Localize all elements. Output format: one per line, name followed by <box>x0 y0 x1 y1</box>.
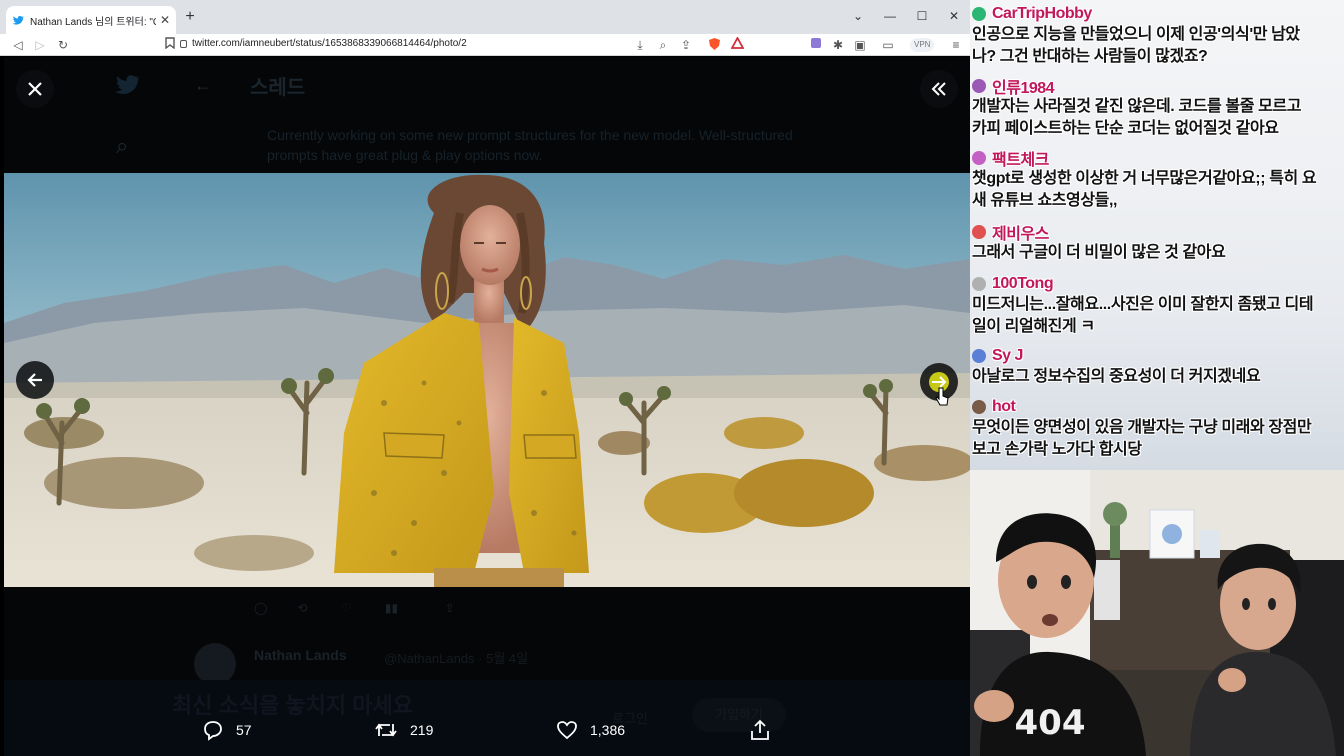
chat-avatar-icon <box>972 225 986 239</box>
double-chevron-left-icon <box>931 82 946 96</box>
menu-icon[interactable]: ≡ <box>948 37 964 53</box>
close-window-button[interactable]: ✕ <box>944 6 964 26</box>
chat-text: 무엇이든 양면성이 있음 개발자는 구냥 미래와 장점만 <box>972 419 1312 436</box>
chat-message: hot 무엇이든 양면성이 있음 개발자는 구냥 미래와 장점만 보고 손가락 … <box>972 397 1342 461</box>
chat-username: 인류1984 <box>992 80 1055 97</box>
photo-viewer: ← 스레드 ⌕ Currently working on some new pr… <box>4 57 970 756</box>
tweet-actions-dim: ◯ ⟲ ♡ ▮▮ ⇪ <box>254 601 455 615</box>
chat-text: 개발자는 사라질것 같진 않은데. 코드를 볼줄 모르고 <box>972 98 1302 115</box>
reply-icon <box>204 721 222 741</box>
browser-window: Nathan Lands 님의 트위터: "Only ✕ + ⌄ — ☐ ✕ ◁… <box>0 0 970 756</box>
like-count: 1,386 <box>590 722 626 738</box>
zoom-icon[interactable]: ⌕ <box>655 37 671 53</box>
browser-tab[interactable]: Nathan Lands 님의 트위터: "Only ✕ <box>6 6 176 34</box>
brave-rewards-icon[interactable] <box>729 36 745 53</box>
chat-username: 100Tong <box>992 275 1054 292</box>
chat-avatar-icon <box>972 7 986 21</box>
retweet-icon <box>375 723 397 737</box>
reply-handle: @NathanLands · 5월 4일 <box>384 651 529 666</box>
vpn-button[interactable]: VPN <box>910 38 935 52</box>
desert-portrait-image <box>4 173 970 587</box>
puzzle-icon[interactable]: ✱ <box>830 37 846 53</box>
tab-title: Nathan Lands 님의 트위터: "Only <box>30 16 156 28</box>
close-viewer-button[interactable] <box>16 70 54 108</box>
webcam-image: 404 <box>970 470 1344 756</box>
reply-author: Nathan Lands <box>254 647 347 663</box>
chat-text: 보고 손가락 노가다 합시당 <box>972 441 1142 458</box>
brave-shield-icon[interactable] <box>706 37 722 53</box>
chat-message: Sy J 아날로그 정보수집의 중요성이 더 커지겠네요 <box>972 346 1342 388</box>
chat-text: 미드저니는...잘해요...사진은 이미 잘한지 좀됐고 디테 <box>972 296 1314 313</box>
twitter-logo-icon <box>114 73 141 101</box>
chat-username: CarTripHobby <box>992 5 1092 22</box>
address-toolbar: ◁ ▷ ↻ twitter.com/iamneubert/status/1653… <box>0 34 970 56</box>
new-tab-button[interactable]: + <box>182 9 198 25</box>
install-icon[interactable]: ⤓ <box>632 37 648 53</box>
chat-message: CarTripHobby 인공으로 지능을 만들었으니 이제 인공'의식'만 남… <box>972 4 1342 68</box>
chat-avatar-icon <box>972 79 986 93</box>
reply-count: 57 <box>236 722 252 738</box>
chat-username: 팩트체크 <box>992 152 1049 169</box>
chat-avatar-icon <box>972 151 986 165</box>
close-tab-icon[interactable]: ✕ <box>160 13 170 27</box>
minimize-button[interactable]: — <box>880 6 900 26</box>
chat-username: hot <box>992 398 1016 415</box>
share-icon[interactable]: ⇪ <box>678 37 694 53</box>
maximize-button[interactable]: ☐ <box>912 6 932 26</box>
mouse-cursor-icon <box>935 387 949 406</box>
lock-icon <box>180 40 187 48</box>
forward-icon[interactable]: ▷ <box>32 37 48 53</box>
tab-search-icon[interactable]: ⌄ <box>848 6 868 26</box>
chat-text: 챗gpt로 생성한 이상한 거 너무많은거같아요;; 특히 요 <box>972 170 1317 187</box>
tab-bar: Nathan Lands 님의 트위터: "Only ✕ + ⌄ — ☐ ✕ <box>0 0 970 34</box>
chat-avatar-icon <box>972 277 986 291</box>
reload-icon[interactable]: ↻ <box>55 37 71 53</box>
heart-icon <box>557 721 577 740</box>
chat-message: 인류1984 개발자는 사라질것 같진 않은데. 코드를 볼줄 모르고 카피 페… <box>972 76 1342 140</box>
chat-message: 100Tong 미드저니는...잘해요...사진은 이미 잘한지 좀됐고 디테 … <box>972 274 1342 338</box>
tweet-text: Currently working on some new prompt str… <box>267 127 793 163</box>
share-upload-icon <box>751 719 769 740</box>
chat-username: 제비우스 <box>992 226 1049 243</box>
address-bar[interactable]: twitter.com/iamneubert/status/1653868339… <box>192 38 467 49</box>
chat-message: 제비우스 그래서 구글이 더 비밀이 많은 것 같아요 <box>972 222 1342 264</box>
collapse-sidebar-button[interactable] <box>920 70 958 108</box>
bookmark-icon[interactable] <box>162 37 178 53</box>
stream-chat-panel: CarTripHobby 인공으로 지능을 만들었으니 이제 인공'의식'만 남… <box>970 0 1344 470</box>
retweet-button[interactable]: 219 <box>374 712 433 748</box>
shirt-text: 404 <box>1015 703 1086 743</box>
chat-text: 카피 페이스트하는 단순 코더는 없어질것 같아요 <box>972 120 1279 137</box>
chat-text: 아날로그 정보수집의 중요성이 더 커지겠네요 <box>972 368 1261 385</box>
thread-back-icon: ← <box>194 75 212 95</box>
photo-actions-bar: 57 219 1,386 <box>4 712 970 748</box>
close-icon <box>28 82 42 96</box>
explore-search-icon: ⌕ <box>116 133 129 158</box>
extension-icon[interactable] <box>808 37 824 53</box>
chat-text: 일이 리얼해진게 ㅋ <box>972 318 1095 335</box>
reply-button[interactable]: 57 <box>202 712 252 748</box>
sidebar-icon[interactable]: ▣ <box>852 37 868 53</box>
chat-text: 나? 그건 반대하는 사람들이 많겠죠? <box>972 48 1208 65</box>
chat-avatar-icon <box>972 400 986 414</box>
share-button[interactable] <box>750 712 770 748</box>
like-button[interactable]: 1,386 <box>556 712 625 748</box>
chat-avatar-icon <box>972 349 986 363</box>
chat-message: 팩트체크 챗gpt로 생성한 이상한 거 너무많은거같아요;; 특히 요 새 유… <box>972 148 1342 212</box>
chat-username: Sy J <box>992 347 1023 364</box>
chat-text: 그래서 구글이 더 비밀이 많은 것 같아요 <box>972 244 1226 261</box>
previous-photo-button[interactable] <box>16 361 54 399</box>
wallet-icon[interactable]: ▭ <box>880 37 896 53</box>
chat-text: 새 유튜브 쇼츠영상들,, <box>972 192 1118 209</box>
chat-text: 인공으로 지능을 만들었으니 이제 인공'의식'만 남았 <box>972 26 1300 43</box>
back-icon[interactable]: ◁ <box>10 37 26 53</box>
twitter-bird-icon <box>12 15 24 25</box>
thread-title: 스레드 <box>250 77 306 99</box>
retweet-count: 219 <box>410 722 434 738</box>
webcam-feed: 404 <box>970 470 1344 756</box>
tweet-photo[interactable] <box>4 173 970 587</box>
reply-avatar <box>194 643 236 685</box>
arrow-left-icon <box>27 373 42 387</box>
